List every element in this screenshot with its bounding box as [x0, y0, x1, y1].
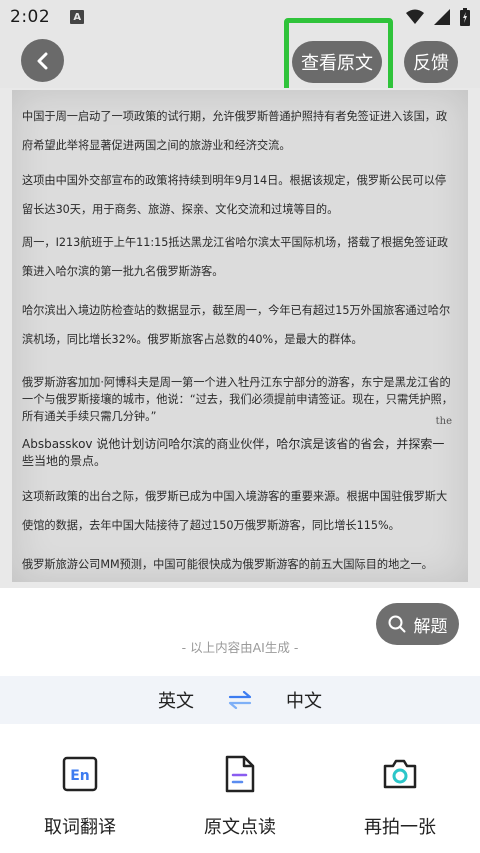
- camera-icon: [380, 752, 420, 796]
- document-photo: 中国于周一启动了一项政策的试行期，允许俄罗斯普通护照持有者免签证进入该国，政府希…: [0, 88, 480, 588]
- back-button[interactable]: [21, 39, 64, 82]
- doc-paragraph: 这项新政策的出台之际，俄罗斯已成为中国入境游客的重要来源。根据中国驻俄罗斯大使馆…: [22, 490, 448, 532]
- doc-paragraph: 俄罗斯旅游公司MM预测，中国可能很快成为俄罗斯游客的前五大国际目的地之一。: [22, 558, 433, 571]
- doc-paragraph: Absbasskov 说他计划访问哈尔滨的商业伙伴，哈尔滨是该省的省会，并探索一…: [22, 437, 445, 468]
- word-translate-icon-text: En: [70, 768, 90, 784]
- doc-paragraph: 哈尔滨出入境边防检查站的数据显示，截至周一，今年已有超过15万外国旅客通过哈尔滨…: [22, 304, 451, 346]
- word-translate-label: 取词翻译: [44, 817, 116, 838]
- notification-icon: A: [70, 10, 85, 24]
- status-bar: 2:02 A: [0, 0, 480, 34]
- chevron-left-icon: [37, 52, 47, 69]
- bottom-panel: 解题 - 以上内容由AI生成 - 英文 中文 En 取词翻译 原文点读 再拍一张: [0, 588, 480, 853]
- solve-button-label: 解题: [413, 616, 448, 637]
- signal-icon: [434, 9, 450, 25]
- doc-paragraph: 这项由中国外交部宣布的政策将持续到明年9月14日。根据该规定，俄罗斯公民可以停留…: [22, 174, 447, 216]
- ai-generated-note: - 以上内容由AI生成 -: [181, 640, 299, 655]
- language-switch-bar: 英文 中文: [0, 676, 480, 724]
- read-aloud-button[interactable]: 原文点读: [160, 744, 320, 844]
- tool-bar: En 取词翻译 原文点读 再拍一张: [0, 744, 480, 844]
- view-original-button[interactable]: 查看原文: [292, 41, 382, 83]
- document-icon: [220, 752, 260, 796]
- word-translate-icon: En: [60, 752, 100, 796]
- source-language[interactable]: 英文: [158, 687, 194, 713]
- doc-paragraph: 周一，I213航班于上午11:15抵达黑龙江省哈尔滨太平国际机场，搭载了根据免签…: [22, 236, 449, 278]
- retake-button[interactable]: 再拍一张: [320, 744, 480, 844]
- retake-label: 再拍一张: [364, 817, 436, 838]
- document-paper: 中国于周一启动了一项政策的试行期，允许俄罗斯普通护照持有者免签证进入该国，政府希…: [12, 90, 468, 582]
- read-aloud-label: 原文点读: [204, 817, 276, 838]
- feedback-button[interactable]: 反馈: [404, 41, 458, 83]
- search-icon: [388, 615, 405, 633]
- status-indicators: [406, 8, 470, 26]
- word-translate-button[interactable]: En 取词翻译: [0, 744, 160, 844]
- battery-icon: [460, 8, 470, 26]
- doc-paragraph: 中国于周一启动了一项政策的试行期，允许俄罗斯普通护照持有者免签证进入该国，政府希…: [22, 110, 448, 152]
- swap-language-icon[interactable]: [228, 691, 252, 709]
- target-language[interactable]: 中文: [286, 687, 322, 713]
- doc-paragraph: 俄罗斯游客加加·阿博科夫是周一第一个进入牡丹江东宁部分的游客，东宁是黑龙江省的一…: [22, 376, 453, 423]
- status-time: 2:02: [10, 7, 51, 27]
- wifi-icon: [406, 9, 424, 24]
- doc-side-note: the: [435, 416, 452, 427]
- header: 查看原文 反馈: [0, 36, 480, 84]
